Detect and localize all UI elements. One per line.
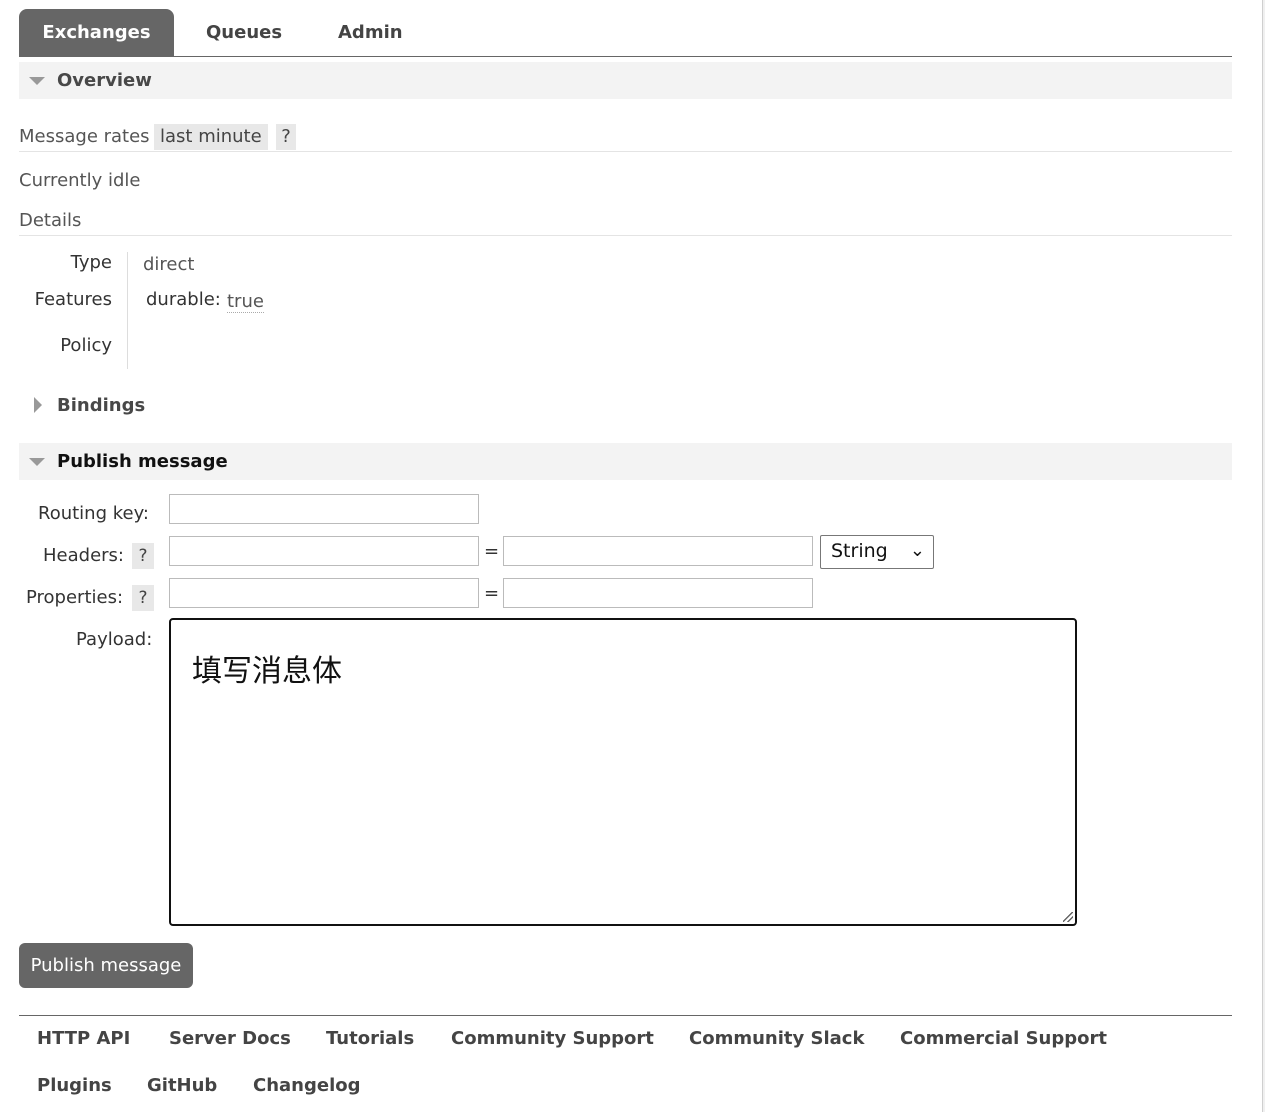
footer-link-tutorials[interactable]: Tutorials — [326, 1028, 414, 1049]
footer-link-commercial-support[interactable]: Commercial Support — [900, 1028, 1107, 1049]
message-rates-row: Message rates last minute ? — [19, 124, 1232, 152]
header-type-select[interactable]: String ⌄ — [820, 535, 934, 569]
property-key-input[interactable] — [169, 578, 479, 608]
payload-text: 填写消息体 — [192, 654, 342, 689]
rates-help-button[interactable]: ? — [276, 124, 296, 150]
footer-link-changelog[interactable]: Changelog — [253, 1075, 361, 1096]
tab-exchanges[interactable]: Exchanges — [19, 9, 174, 56]
bindings-title: Bindings — [57, 395, 146, 416]
resize-handle-icon[interactable] — [1063, 912, 1073, 922]
footer-link-server-docs[interactable]: Server Docs — [169, 1028, 291, 1049]
header-key-input[interactable] — [169, 536, 479, 566]
header-type-value: String — [831, 540, 888, 562]
expand-arrow-icon — [34, 397, 42, 413]
footer-link-community-slack[interactable]: Community Slack — [689, 1028, 864, 1049]
footer-link-http-api[interactable]: HTTP API — [37, 1028, 130, 1049]
chevron-down-icon: ⌄ — [909, 540, 925, 561]
payload-label: Payload: — [76, 629, 153, 650]
publish-title: Publish message — [57, 451, 228, 472]
status-text: Currently idle — [19, 170, 141, 191]
publish-section-toggle[interactable]: Publish message — [19, 443, 1232, 480]
header-value-input[interactable] — [503, 536, 813, 566]
properties-help-button[interactable]: ? — [132, 585, 154, 611]
features-label: Features — [34, 289, 112, 310]
tab-queues[interactable]: Queues — [206, 9, 282, 56]
type-value: direct — [143, 254, 195, 275]
collapse-arrow-icon — [29, 458, 45, 466]
publish-message-button[interactable]: Publish message — [19, 943, 193, 988]
property-value-input[interactable] — [503, 578, 813, 608]
overview-section-toggle[interactable]: Overview — [19, 62, 1232, 99]
policy-label: Policy — [60, 335, 112, 356]
routing-key-label: Routing key: — [38, 503, 149, 524]
footer-link-community-support[interactable]: Community Support — [451, 1028, 654, 1049]
header-equals: = — [484, 541, 500, 562]
details-title: Details — [19, 210, 1232, 236]
footer-link-github[interactable]: GitHub — [147, 1075, 217, 1096]
tab-admin[interactable]: Admin — [338, 9, 403, 56]
footer-link-plugins[interactable]: Plugins — [37, 1075, 112, 1096]
page: Exchanges Queues Admin Overview Message … — [0, 0, 1265, 1112]
routing-key-input[interactable] — [169, 494, 479, 524]
type-label: Type — [70, 252, 112, 273]
overview-title: Overview — [57, 70, 152, 91]
details-divider — [127, 252, 128, 369]
message-rates-label: Message rates — [19, 126, 150, 147]
property-equals: = — [484, 583, 500, 604]
footer-divider — [19, 1015, 1232, 1016]
durable-value: true — [227, 291, 264, 313]
rates-range-button[interactable]: last minute — [154, 124, 268, 150]
properties-label: Properties: — [26, 587, 124, 608]
bindings-section-toggle[interactable]: Bindings — [19, 393, 1232, 421]
headers-help-button[interactable]: ? — [132, 543, 154, 569]
collapse-arrow-icon — [29, 77, 45, 85]
tabs-divider — [19, 56, 1232, 57]
payload-textarea[interactable]: 填写消息体 — [169, 618, 1077, 926]
durable-key: durable: — [146, 289, 221, 310]
headers-label: Headers: — [43, 545, 124, 566]
main-tabs: Exchanges Queues Admin — [19, 9, 1232, 57]
